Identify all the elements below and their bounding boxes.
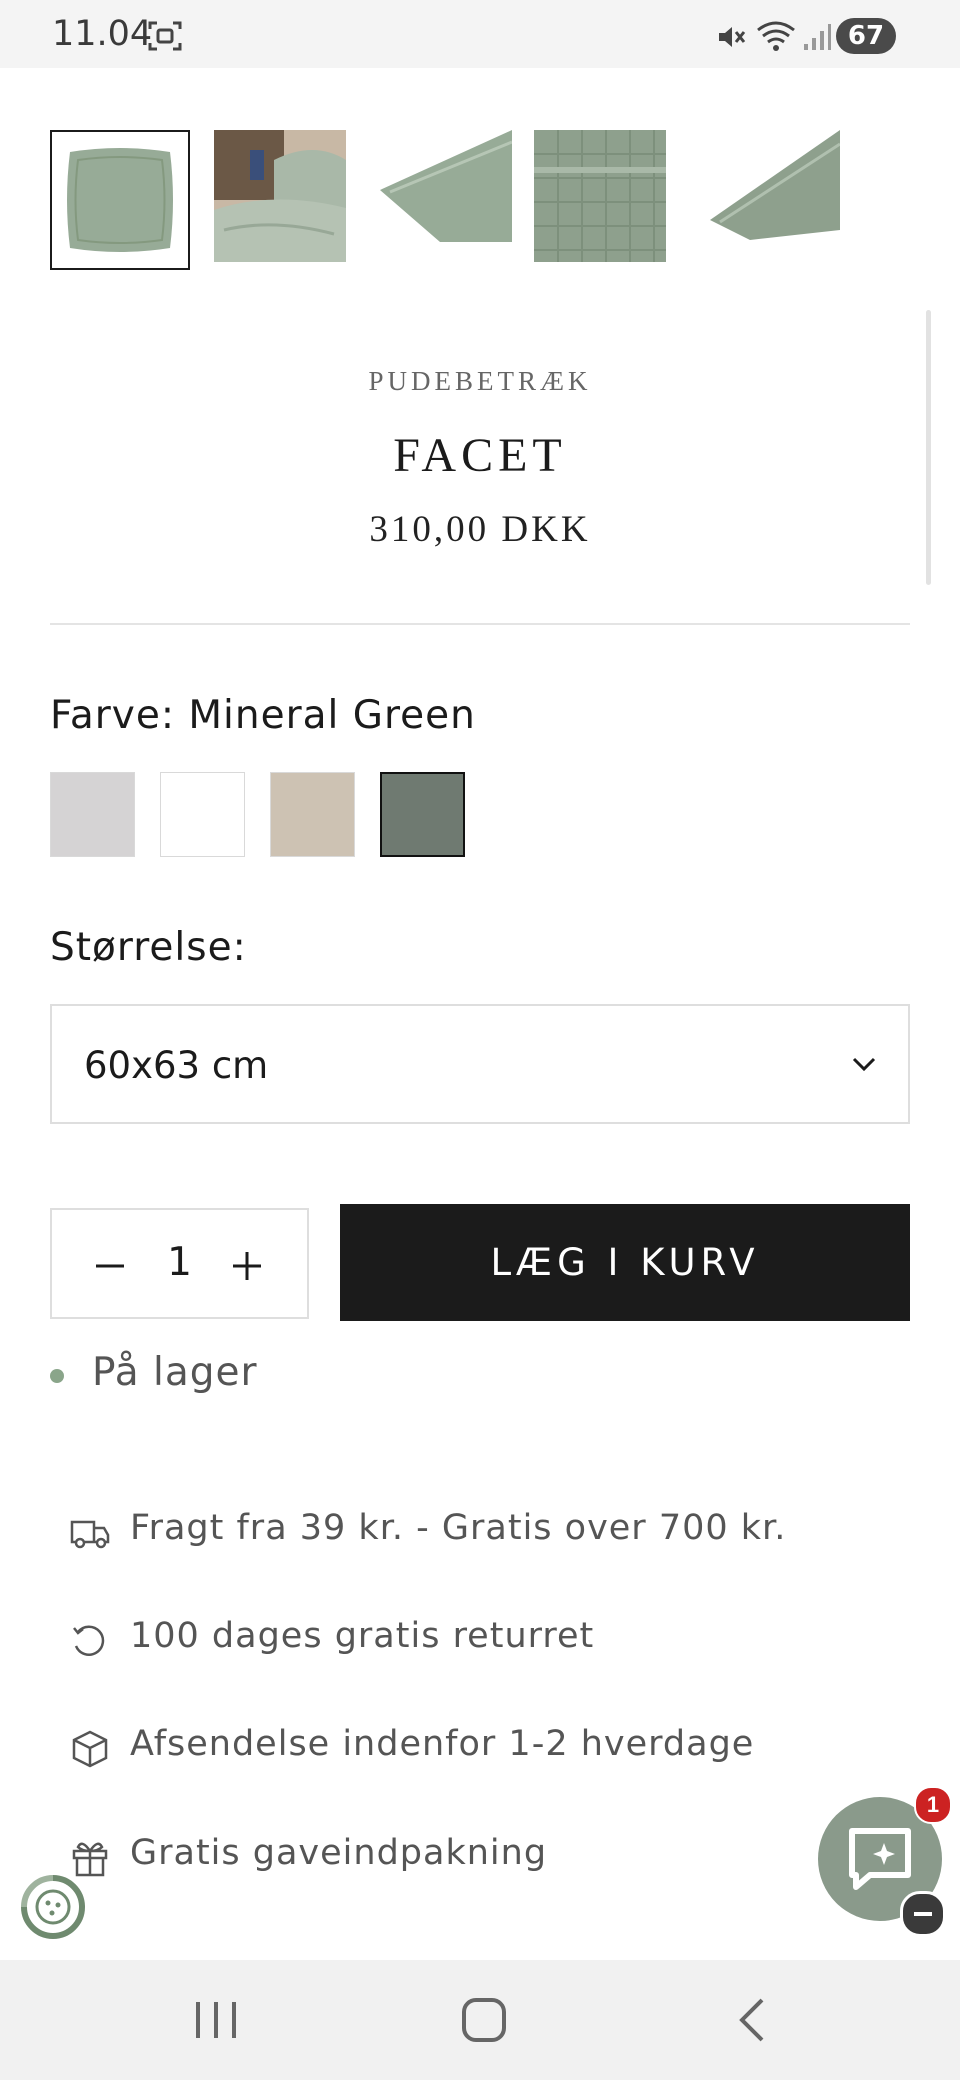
- swatch-white[interactable]: [160, 772, 245, 857]
- signal-icon: [802, 22, 832, 57]
- add-to-cart-button[interactable]: LÆG I KURV: [340, 1204, 910, 1321]
- thumbnail-fabric-closeup[interactable]: [534, 130, 674, 270]
- color-label: Farve: Mineral Green: [50, 693, 476, 738]
- thumbnail-pillow-edge[interactable]: [710, 130, 850, 270]
- truck-icon: [68, 1510, 112, 1554]
- return-icon: [68, 1618, 112, 1662]
- minus-icon: [914, 1912, 932, 1916]
- quantity-value[interactable]: 1: [52, 1240, 307, 1285]
- image-gallery: [50, 130, 850, 270]
- feature-text: 100 dages gratis returret: [130, 1616, 595, 1656]
- thumbnail-bedroom-scene[interactable]: [214, 130, 354, 270]
- package-icon: [68, 1726, 112, 1770]
- feature-dispatch: Afsendelse indenfor 1-2 hverdage: [68, 1722, 908, 1772]
- size-select-value: 60x63 cm: [84, 1044, 269, 1087]
- chevron-down-icon: [850, 1050, 878, 1083]
- home-button[interactable]: [454, 1992, 514, 2048]
- thumbnail-pillow-front[interactable]: [50, 130, 190, 270]
- notification-badge: 1: [914, 1786, 952, 1824]
- battery-indicator: 67: [836, 18, 896, 54]
- feature-text: Gratis gaveindpakning: [130, 1833, 548, 1873]
- plus-icon[interactable]: [227, 1246, 267, 1286]
- pillow-edge-image: [710, 130, 841, 262]
- feature-gift-wrap: Gratis gaveindpakning: [68, 1831, 908, 1881]
- system-nav-bar: [0, 1960, 960, 2080]
- product-price: 310,00 DKK: [369, 509, 591, 550]
- product-category: PUDEBETRÆK: [368, 366, 592, 396]
- cookie-settings-icon[interactable]: [18, 1872, 88, 1942]
- fabric-image: [534, 130, 666, 262]
- feature-text: Fragt fra 39 kr. - Gratis over 700 kr.: [130, 1508, 787, 1548]
- stock-text: På lager: [92, 1350, 258, 1395]
- size-label: Størrelse:: [50, 925, 247, 970]
- status-bar: 11.04 67: [0, 0, 960, 68]
- screenshot-icon: [148, 20, 182, 57]
- pillow-image: [52, 132, 188, 268]
- size-select[interactable]: 60x63 cm: [50, 1004, 910, 1124]
- bedroom-image: [214, 130, 346, 262]
- swatch-mineral-green[interactable]: [380, 772, 465, 857]
- feature-shipping: Fragt fra 39 kr. - Gratis over 700 kr.: [68, 1506, 908, 1556]
- swatch-light-grey[interactable]: [50, 772, 135, 857]
- pillow-corner-image: [380, 130, 513, 262]
- quantity-stepper[interactable]: 1: [50, 1208, 309, 1319]
- wifi-icon: [756, 20, 796, 57]
- product-title: FACET: [393, 429, 567, 482]
- divider: [50, 623, 910, 625]
- swatch-sand[interactable]: [270, 772, 355, 857]
- thumbnail-pillow-corner[interactable]: [380, 130, 520, 270]
- status-time: 11.04: [52, 14, 153, 54]
- mute-icon: [716, 22, 746, 57]
- stock-dot: [50, 1369, 64, 1383]
- back-button[interactable]: [724, 1992, 784, 2048]
- minimize-chat-button[interactable]: [900, 1891, 946, 1937]
- recent-apps-button[interactable]: [186, 1992, 246, 2048]
- feature-returns: 100 dages gratis returret: [68, 1614, 908, 1664]
- feature-text: Afsendelse indenfor 1-2 hverdage: [130, 1724, 755, 1764]
